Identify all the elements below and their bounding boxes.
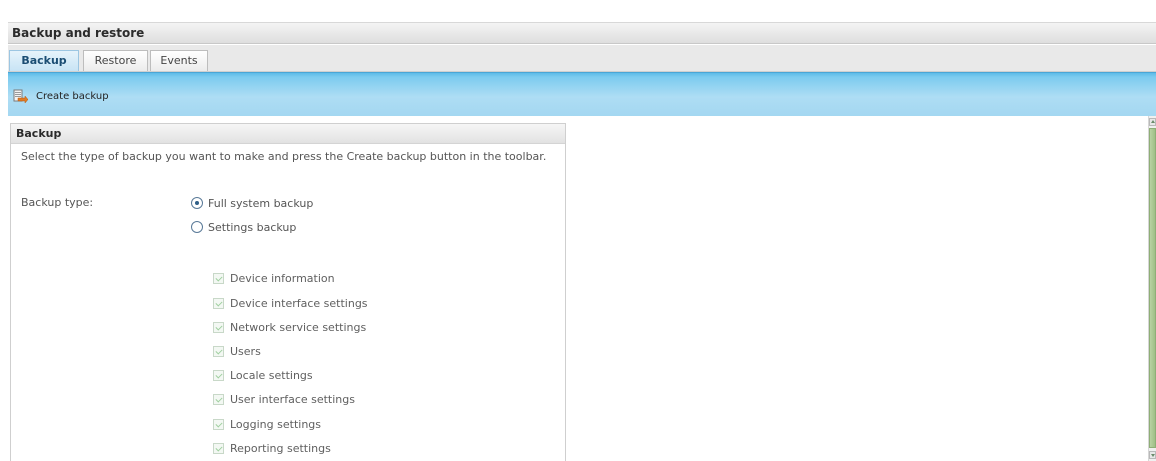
- checkbox-reporting-settings: Reporting settings: [213, 441, 331, 455]
- tab-backup[interactable]: Backup: [9, 50, 79, 71]
- checkbox-locale-settings: Locale settings: [213, 368, 313, 382]
- radio-button[interactable]: [191, 221, 203, 233]
- checkbox: [213, 297, 224, 309]
- create-backup-button[interactable]: Create backup: [12, 87, 109, 105]
- checkbox: [213, 272, 224, 284]
- checkbox-label: Network service settings: [230, 320, 367, 334]
- checkbox-label: Reporting settings: [230, 441, 331, 455]
- checkbox: [213, 369, 224, 381]
- checkbox: [213, 442, 224, 454]
- checkbox: [213, 321, 224, 333]
- top-strip: [0, 0, 1156, 20]
- checkbox-device-information: Device information: [213, 271, 335, 285]
- checkbox: [213, 345, 224, 357]
- create-backup-label: Create backup: [36, 90, 109, 102]
- radio-button[interactable]: [191, 197, 203, 209]
- app-window: Backup and restore Backup Restore Events…: [0, 0, 1156, 461]
- tab-bar: Backup Restore Events: [8, 45, 1156, 72]
- radio-settings-backup[interactable]: Settings backup: [191, 219, 296, 235]
- scroll-thumb[interactable]: [1149, 128, 1156, 448]
- checkbox-label: User interface settings: [230, 392, 355, 406]
- checkbox-network-service-settings: Network service settings: [213, 320, 366, 334]
- scroll-down-arrow-icon[interactable]: [1149, 451, 1156, 459]
- checkbox-users: Users: [213, 344, 261, 358]
- left-edge: [0, 22, 8, 461]
- window-title-bar: Backup and restore: [8, 22, 1156, 44]
- radio-label: Settings backup: [208, 220, 297, 234]
- backup-panel: Backup Select the type of backup you wan…: [10, 123, 566, 461]
- checkbox-label: Device information: [230, 271, 335, 285]
- toolbar: Create backup: [8, 72, 1156, 116]
- scroll-up-arrow-icon[interactable]: [1149, 118, 1156, 126]
- tab-events[interactable]: Events: [150, 50, 208, 71]
- checkbox-label: Users: [230, 344, 261, 358]
- radio-label: Full system backup: [208, 196, 314, 210]
- checkbox: [213, 418, 224, 430]
- backup-arrow-icon: [12, 88, 29, 104]
- radio-full-system-backup[interactable]: Full system backup: [191, 195, 313, 211]
- checkbox-label: Locale settings: [230, 368, 313, 382]
- panel-header: Backup: [11, 124, 565, 144]
- panel-title: Backup: [16, 127, 62, 140]
- window-title: Backup and restore: [12, 26, 145, 40]
- checkbox-logging-settings: Logging settings: [213, 417, 321, 431]
- checkbox: [213, 393, 224, 405]
- backup-type-label: Backup type:: [21, 196, 94, 209]
- vertical-scrollbar[interactable]: [1148, 116, 1156, 461]
- checkbox-user-interface-settings: User interface settings: [213, 392, 355, 406]
- content-area: Backup Select the type of backup you wan…: [8, 116, 1148, 461]
- checkbox-label: Device interface settings: [230, 296, 368, 310]
- tab-restore[interactable]: Restore: [83, 50, 148, 71]
- checkbox-label: Logging settings: [230, 417, 322, 431]
- checkbox-device-interface-settings: Device interface settings: [213, 296, 368, 310]
- panel-description: Select the type of backup you want to ma…: [21, 150, 547, 163]
